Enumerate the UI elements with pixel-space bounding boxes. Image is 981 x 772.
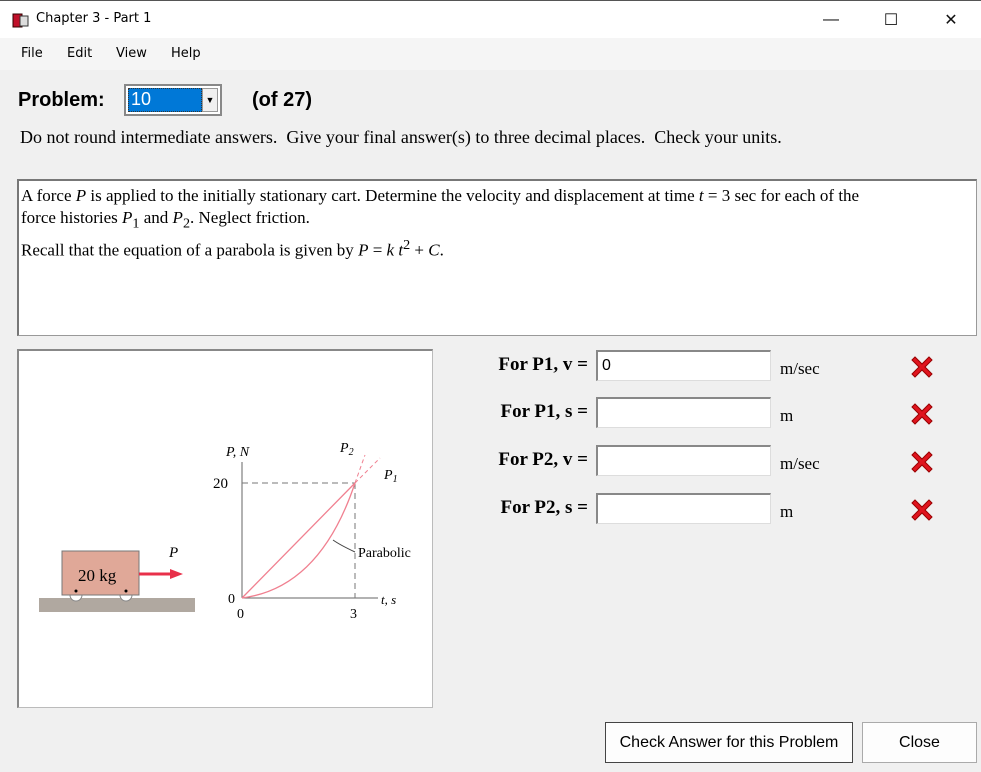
q-var: P [358,241,369,261]
answer-label: For P2, v = [498,449,588,470]
problem-figure: 20 kg P P, N t, s 20 0 0 3 P2 P1 Parabol… [39,441,411,622]
mass-label: 20 kg [78,566,117,585]
book-icon [12,13,29,28]
force-arrowhead [170,569,183,579]
ground [39,598,195,612]
q-var: k t [386,241,404,261]
q-text: = [368,241,387,261]
answer-input[interactable] [596,445,771,476]
force-label: P [168,545,178,561]
chevron-down-icon[interactable]: ▼ [202,88,218,112]
q-sub: 1 [132,215,140,232]
y-axis-label: P, N [225,445,250,460]
answer-input[interactable] [596,397,771,428]
close-label: Close [862,722,977,763]
problem-label: Problem: [18,89,105,111]
check-answer-button[interactable]: Check Answer for this Problem [605,722,853,763]
q-text: force histories [21,208,123,227]
title-bar: Chapter 3 - Part 1 — ☐ ✕ [0,0,981,38]
q-text: Recall that the equation of a parabola i… [21,241,359,261]
incorrect-x-icon [911,403,933,425]
problem-count: (of 27) [252,89,312,111]
q-var: P [122,208,133,227]
unit-label: m [780,502,794,521]
leader-arrow [332,539,356,553]
q-text: = 3 sec for each of the [703,186,860,205]
y-tick-20: 20 [213,476,228,492]
minimize-button[interactable]: — [808,1,854,39]
problem-select-value: 10 [128,88,202,112]
q-var: P [75,186,87,205]
q-text: . [439,241,444,261]
parabolic-label: Parabolic [358,546,411,561]
p1-curve [241,482,356,599]
answer-input[interactable] [596,350,771,381]
x-axis-label: t, s [381,592,396,607]
q-text: and [139,208,173,227]
unit-label: m [780,406,794,425]
x-tick-3: 3 [350,607,357,622]
menu-help[interactable]: Help [171,46,201,61]
incorrect-x-icon [911,499,933,521]
answer-label: For P2, s = [500,497,588,518]
problem-figure-panel: 20 kg P P, N t, s 20 0 0 3 P2 P1 Parabol… [17,349,433,708]
q-sub: 2 [182,215,191,232]
p2-extension [354,454,366,484]
maximize-button[interactable]: ☐ [868,1,914,39]
q-text: A force [21,186,76,205]
close-window-button[interactable]: ✕ [928,1,974,39]
answer-label: For P1, s = [500,401,588,422]
q-var: C [428,241,440,261]
incorrect-x-icon [911,356,933,378]
x-tick-0: 0 [237,607,244,622]
p2-label: P2 [339,441,354,458]
q-text: is applied to the initially stationary c… [86,186,699,205]
answer-input[interactable] [596,493,771,524]
problem-select[interactable]: 10 ▼ [124,84,222,116]
menu-edit[interactable]: Edit [67,46,92,61]
instructions-text: Do not round intermediate answers. Give … [20,127,782,147]
menu-file[interactable]: File [21,46,43,61]
q-text: + [410,241,429,261]
q-var: P [172,208,183,227]
close-button[interactable]: Close [862,722,977,763]
question-text: A force P is applied to the initially st… [17,179,977,336]
incorrect-x-icon [911,451,933,473]
unit-label: m/sec [780,454,820,473]
p1-extension [354,457,381,484]
window-title: Chapter 3 - Part 1 [36,11,152,26]
check-answer-label: Check Answer for this Problem [605,722,853,763]
unit-label: m/sec [780,359,820,378]
menu-view[interactable]: View [116,46,147,61]
y-tick-0: 0 [228,592,235,607]
q-text: . Neglect friction. [190,208,310,227]
menu-bar [0,38,981,70]
answer-label: For P1, v = [498,354,588,375]
